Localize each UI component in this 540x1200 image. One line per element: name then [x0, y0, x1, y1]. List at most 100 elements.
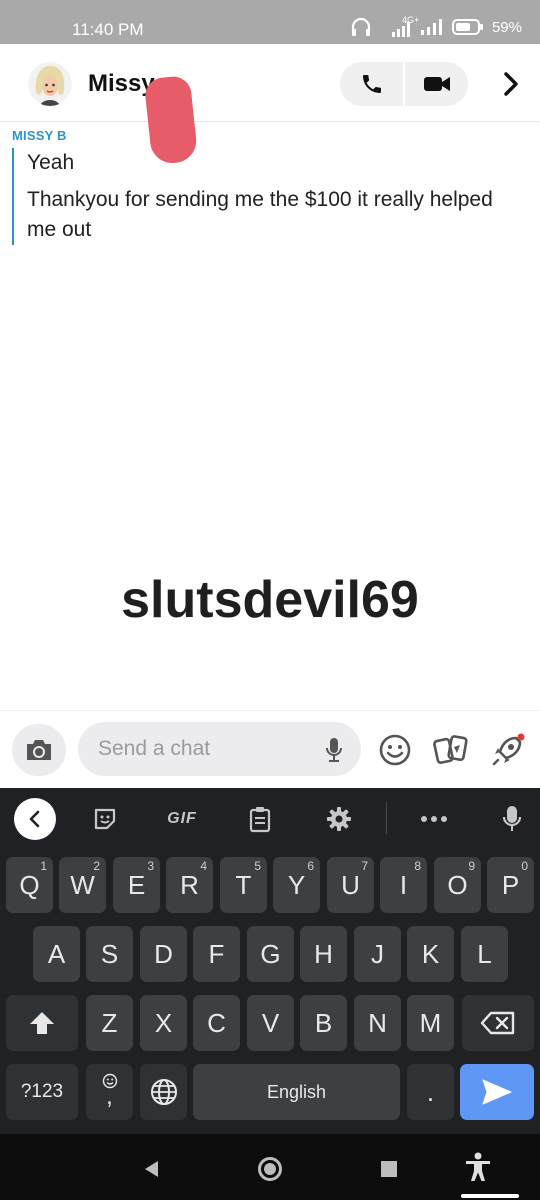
clipboard-icon[interactable] — [242, 802, 278, 836]
shift-key[interactable] — [6, 995, 78, 1051]
key-label: W — [70, 869, 95, 900]
key-o[interactable]: O9 — [434, 857, 481, 913]
key-k[interactable]: K — [407, 926, 454, 982]
message[interactable]: Yeah — [27, 148, 512, 178]
key-label: U — [341, 869, 360, 900]
space-key[interactable]: English — [193, 1064, 400, 1120]
phone-icon — [362, 75, 381, 93]
sender-name: MISSY B — [12, 128, 67, 143]
sticker-icon[interactable] — [87, 802, 123, 836]
comma-label: , — [106, 1083, 113, 1110]
backspace-key[interactable] — [462, 995, 534, 1051]
emoji-comma-key[interactable]: , — [86, 1064, 133, 1120]
key-p[interactable]: P0 — [487, 857, 534, 913]
key-hint: 1 — [40, 859, 47, 873]
status-icons: 4G+ 59% — [350, 15, 522, 37]
key-n[interactable]: N — [354, 995, 401, 1051]
smiley-icon[interactable] — [377, 732, 413, 768]
key-label: Y — [287, 869, 306, 900]
chat-input-field[interactable] — [78, 722, 361, 776]
key-z[interactable]: Z — [86, 995, 133, 1051]
status-time: 11:40 PM — [72, 20, 144, 39]
gesture-indicator — [461, 1194, 519, 1198]
period-key[interactable]: . — [407, 1064, 454, 1120]
symbols-key[interactable]: ?123 — [6, 1064, 78, 1120]
key-w[interactable]: W2 — [59, 857, 106, 913]
key-j[interactable]: J — [354, 926, 401, 982]
key-hint: 4 — [200, 859, 207, 873]
headphones-icon — [351, 17, 371, 36]
key-label: E — [127, 869, 146, 900]
home-circle-icon[interactable] — [255, 1154, 285, 1184]
globe-icon — [150, 1079, 177, 1105]
key-g[interactable]: G — [247, 926, 294, 982]
key-q[interactable]: Q1 — [6, 857, 53, 913]
video-call-button[interactable] — [403, 62, 468, 106]
voice-input-icon[interactable] — [494, 802, 530, 836]
key-label: P — [501, 869, 520, 900]
system-nav-bar — [0, 1134, 540, 1200]
key-hint: 8 — [414, 859, 421, 873]
message-group: Yeah Thankyou for sending me the $100 it… — [12, 148, 512, 245]
chevron-right-icon[interactable] — [496, 69, 526, 99]
shift-icon — [30, 1012, 54, 1034]
key-a[interactable]: A — [33, 926, 80, 982]
key-label: O — [447, 869, 468, 900]
key-m[interactable]: M — [407, 995, 454, 1051]
call-controls — [340, 62, 468, 106]
key-b[interactable]: B — [300, 995, 347, 1051]
message[interactable]: Thankyou for sending me the $100 it real… — [27, 185, 512, 245]
key-c[interactable]: C — [193, 995, 240, 1051]
key-v[interactable]: V — [247, 995, 294, 1051]
key-d[interactable]: D — [140, 926, 187, 982]
key-label: I — [399, 869, 408, 900]
key-l[interactable]: L — [461, 926, 508, 982]
key-u[interactable]: U7 — [327, 857, 374, 913]
key-row-1: Q1 W2 E3 R4 T5 Y6 U7 I8 O9 P0 — [0, 857, 540, 913]
back-chevron-icon[interactable] — [14, 798, 56, 840]
toolbar-divider — [386, 802, 387, 834]
camera-button[interactable] — [12, 724, 66, 776]
settings-icon[interactable] — [321, 802, 357, 836]
key-row-4: ?123 , English . — [0, 1064, 540, 1120]
key-label: Q — [19, 869, 40, 900]
voice-call-button[interactable] — [340, 62, 403, 106]
key-hint: 7 — [361, 859, 368, 873]
key-f[interactable]: F — [193, 926, 240, 982]
cards-icon[interactable] — [433, 732, 469, 768]
key-label: T — [235, 869, 252, 900]
chat-input-bar — [0, 710, 540, 788]
key-hint: 2 — [93, 859, 100, 873]
overlay-text: slutsdevil69 — [121, 571, 419, 629]
gif-button[interactable]: GIF — [158, 802, 206, 836]
key-label: R — [180, 869, 199, 900]
status-bar: 11:40 PM 4G+ 59% — [0, 0, 540, 44]
battery-percent: 59% — [491, 18, 522, 36]
chat-input[interactable] — [98, 734, 318, 764]
send-icon — [482, 1079, 512, 1105]
battery-icon — [451, 19, 483, 35]
microphone-icon[interactable] — [325, 737, 343, 763]
key-e[interactable]: E3 — [113, 857, 160, 913]
key-y[interactable]: Y6 — [273, 857, 320, 913]
video-camera-icon — [423, 77, 450, 91]
keyboard-toolbar: GIF — [0, 788, 540, 848]
more-icon[interactable] — [416, 802, 452, 836]
recents-square-icon[interactable] — [374, 1154, 404, 1184]
accessibility-icon[interactable] — [461, 1150, 495, 1184]
bitmoji-avatar[interactable] — [28, 62, 72, 106]
key-r[interactable]: R4 — [166, 857, 213, 913]
key-x[interactable]: X — [140, 995, 187, 1051]
camera-icon — [27, 740, 51, 760]
key-s[interactable]: S — [86, 926, 133, 982]
key-hint: 9 — [468, 859, 475, 873]
key-hint: 0 — [521, 859, 528, 873]
key-t[interactable]: T5 — [220, 857, 267, 913]
backspace-icon — [480, 1011, 515, 1035]
language-key[interactable] — [140, 1064, 187, 1120]
rocket-icon[interactable] — [490, 732, 526, 768]
send-key[interactable] — [460, 1064, 534, 1120]
key-i[interactable]: I8 — [380, 857, 427, 913]
back-triangle-icon[interactable] — [136, 1154, 166, 1184]
key-h[interactable]: H — [300, 926, 347, 982]
